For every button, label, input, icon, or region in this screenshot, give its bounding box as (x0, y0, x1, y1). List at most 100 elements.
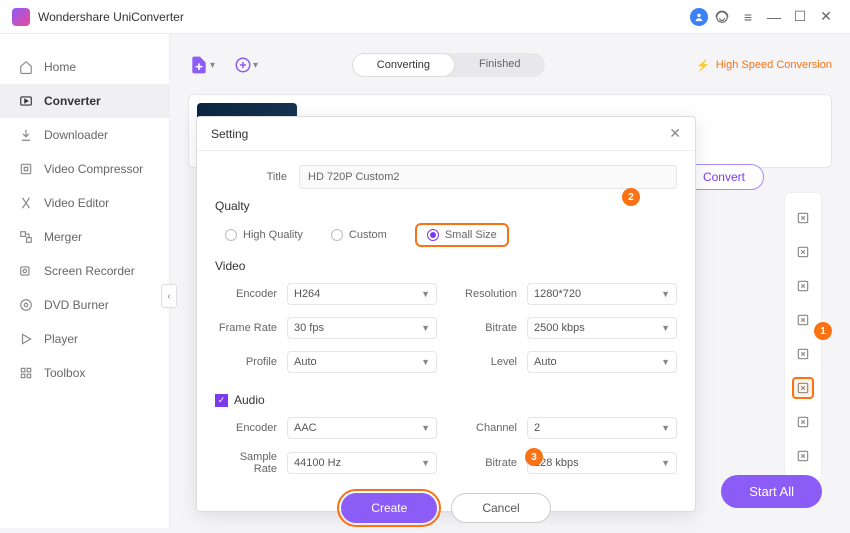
chevron-down-icon: ▼ (421, 323, 430, 333)
sidebar-item-converter[interactable]: Converter (0, 84, 169, 118)
bolt-icon: ⚡ (696, 59, 710, 72)
toolbox-icon (18, 365, 34, 381)
audio-samplerate-label: Sample Rate (215, 451, 287, 475)
sidebar-item-dvd[interactable]: DVD Burner (0, 288, 169, 322)
sidebar-item-merger[interactable]: Merger (0, 220, 169, 254)
sidebar-item-label: Downloader (44, 128, 108, 142)
video-framerate-select[interactable]: 30 fps▼ (287, 317, 437, 339)
quality-high[interactable]: High Quality (225, 229, 303, 241)
radio-icon (331, 229, 343, 241)
radio-icon (225, 229, 237, 241)
sidebar-item-label: Merger (44, 230, 82, 244)
close-icon[interactable]: ✕ (814, 5, 838, 29)
high-speed-conversion[interactable]: ⚡ High Speed Conversion (696, 59, 832, 72)
sidebar: Home Converter Downloader Video Compress… (0, 34, 170, 528)
video-profile-select[interactable]: Auto▼ (287, 351, 437, 373)
title-label: Title (215, 171, 299, 183)
audio-bitrate-select[interactable]: 128 kbps▼ (527, 452, 677, 474)
video-bitrate-label: Bitrate (455, 322, 527, 334)
app-title: Wondershare UniConverter (38, 10, 184, 24)
user-icon[interactable] (690, 8, 708, 26)
quality-custom[interactable]: Custom (331, 229, 387, 241)
audio-channel-select[interactable]: 2▼ (527, 417, 677, 439)
quality-label: High Quality (243, 229, 303, 241)
edit-preset-icon[interactable] (792, 377, 814, 399)
start-all-button[interactable]: Start All (721, 475, 822, 508)
edit-preset-icon[interactable] (792, 343, 814, 365)
editor-icon (18, 195, 34, 211)
chevron-down-icon: ▼ (421, 458, 430, 468)
sidebar-item-player[interactable]: Player (0, 322, 169, 356)
converter-icon (18, 93, 34, 109)
merger-icon (18, 229, 34, 245)
video-resolution-label: Resolution (455, 288, 527, 300)
edit-preset-icon[interactable] (792, 241, 814, 263)
video-bitrate-select[interactable]: 2500 kbps▼ (527, 317, 677, 339)
modal-header: Setting ✕ (197, 117, 695, 151)
sidebar-item-home[interactable]: Home (0, 50, 169, 84)
audio-section-label: Audio (234, 393, 265, 407)
home-icon (18, 59, 34, 75)
edit-preset-icon[interactable] (792, 445, 814, 467)
create-button[interactable]: Create (341, 493, 437, 523)
sidebar-item-label: Toolbox (44, 366, 85, 380)
modal-title: Setting (211, 127, 248, 141)
video-level-select[interactable]: Auto▼ (527, 351, 677, 373)
maximize-icon[interactable]: ☐ (788, 5, 812, 29)
audio-channel-label: Channel (455, 422, 527, 434)
add-file-icon[interactable]: ▾ (188, 51, 216, 79)
annotation-badge-1: 1 (814, 322, 832, 340)
cancel-button[interactable]: Cancel (451, 493, 550, 523)
audio-checkbox[interactable]: ✓ (215, 394, 228, 407)
sidebar-item-label: Converter (44, 94, 101, 108)
quality-radio-group: High Quality Custom Small Size (225, 223, 677, 247)
settings-modal: Setting ✕ Title Qualty High Quality Cust… (196, 116, 696, 512)
chevron-down-icon: ▼ (661, 423, 670, 433)
menu-icon[interactable]: ≡ (736, 5, 760, 29)
annotation-badge-2: 2 (622, 188, 640, 206)
titlebar: Wondershare UniConverter ≡ — ☐ ✕ (0, 0, 850, 34)
chevron-down-icon: ▼ (661, 357, 670, 367)
recorder-icon (18, 263, 34, 279)
video-resolution-select[interactable]: 1280*720▼ (527, 283, 677, 305)
compressor-icon (18, 161, 34, 177)
tab-converting[interactable]: Converting (352, 53, 455, 77)
audio-encoder-label: Encoder (215, 422, 287, 434)
sidebar-item-downloader[interactable]: Downloader (0, 118, 169, 152)
edit-preset-icon[interactable] (792, 411, 814, 433)
audio-section: ✓ Audio (215, 393, 677, 407)
video-level-label: Level (455, 356, 527, 368)
audio-samplerate-select[interactable]: 44100 Hz▼ (287, 452, 437, 474)
high-speed-label: High Speed Conversion (716, 59, 832, 71)
sidebar-item-compressor[interactable]: Video Compressor (0, 152, 169, 186)
minimize-icon[interactable]: — (762, 5, 786, 29)
audio-encoder-select[interactable]: AAC▼ (287, 417, 437, 439)
support-icon[interactable] (710, 5, 734, 29)
close-icon[interactable]: ✕ (669, 125, 681, 142)
video-encoder-select[interactable]: H264▼ (287, 283, 437, 305)
chevron-down-icon: ▼ (661, 289, 670, 299)
quality-small[interactable]: Small Size (415, 223, 509, 247)
sidebar-item-recorder[interactable]: Screen Recorder (0, 254, 169, 288)
edit-preset-icon[interactable] (792, 275, 814, 297)
edit-preset-icon[interactable] (792, 309, 814, 331)
chevron-down-icon: ▼ (421, 423, 430, 433)
edit-preset-icon[interactable] (792, 207, 814, 229)
chevron-down-icon: ▼ (421, 357, 430, 367)
chevron-down-icon: ▼ (661, 458, 670, 468)
sidebar-item-toolbox[interactable]: Toolbox (0, 356, 169, 390)
app-logo-icon (12, 8, 30, 26)
sidebar-item-label: Home (44, 60, 76, 74)
video-profile-label: Profile (215, 356, 287, 368)
sidebar-item-editor[interactable]: Video Editor (0, 186, 169, 220)
quality-section-label: Qualty (215, 199, 677, 213)
sidebar-item-label: Player (44, 332, 78, 346)
audio-bitrate-label: Bitrate (455, 457, 527, 469)
video-section-label: Video (215, 259, 677, 273)
add-url-icon[interactable]: ▾ (232, 51, 260, 79)
tab-finished[interactable]: Finished (455, 53, 545, 77)
chevron-down-icon: ▼ (661, 323, 670, 333)
toolbar: ▾ ▾ Converting Finished ⚡ High Speed Conv… (188, 46, 832, 84)
sidebar-item-label: Video Compressor (44, 162, 143, 176)
title-input[interactable] (299, 165, 677, 189)
